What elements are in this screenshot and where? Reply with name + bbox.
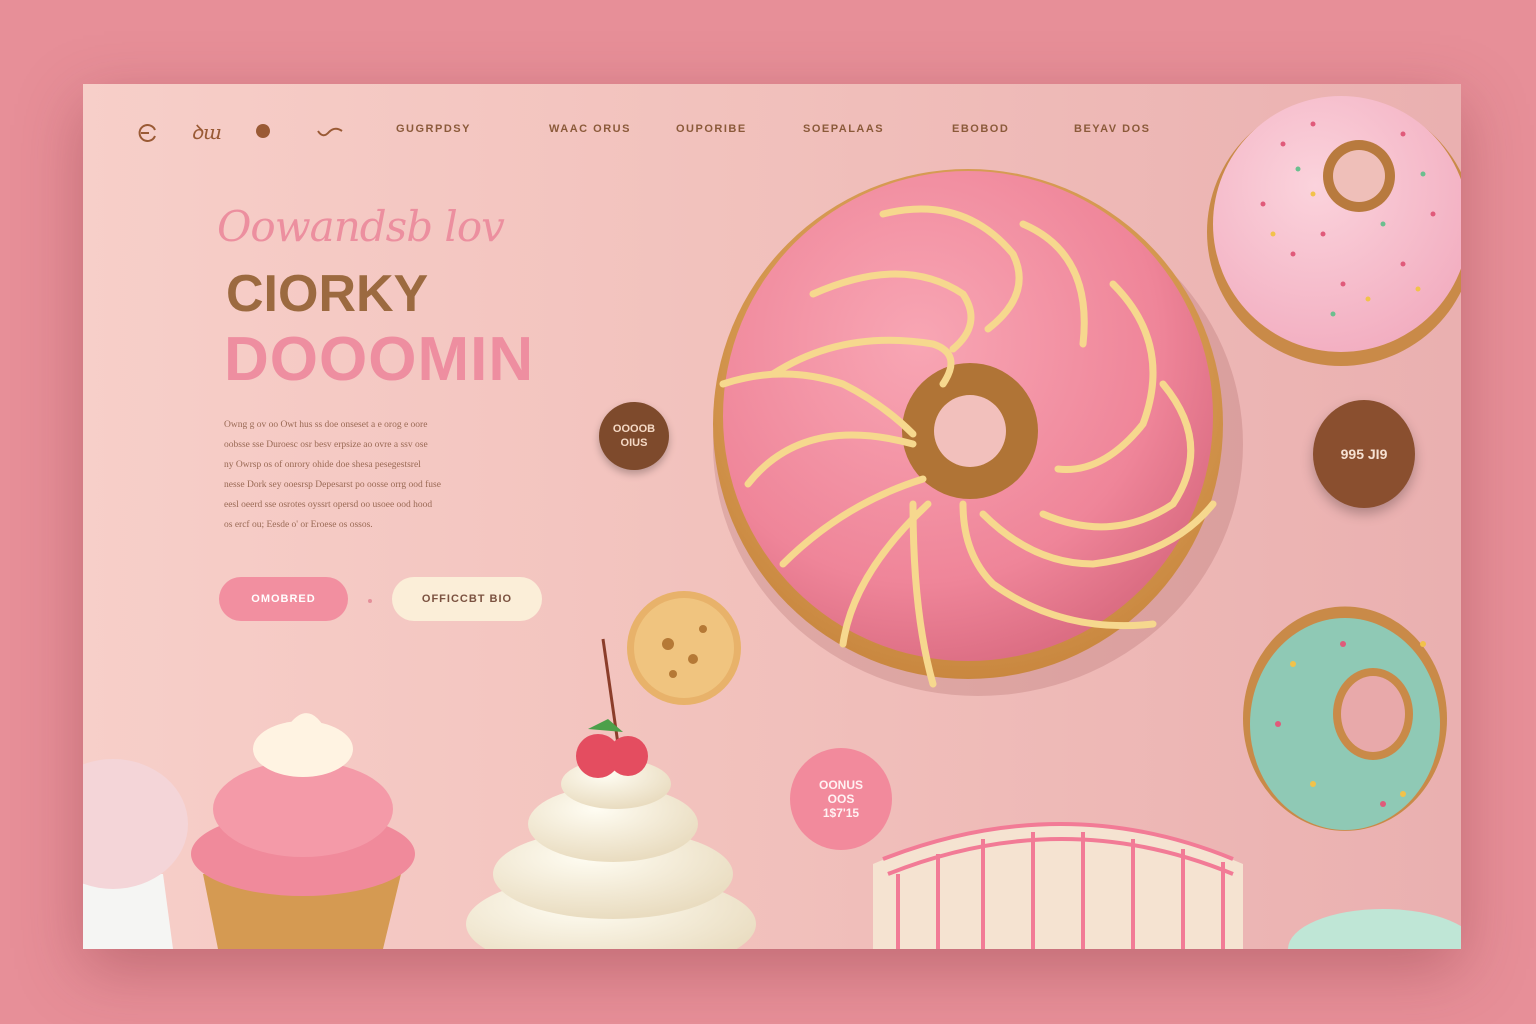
price-badge-pink[interactable]: OONUS OOS 1$7'15 bbox=[790, 748, 892, 850]
pink-cupcake bbox=[191, 713, 415, 949]
main-glazed-donut bbox=[713, 169, 1243, 696]
pink-drizzle-cake bbox=[873, 822, 1243, 949]
cupcake-left-edge bbox=[83, 759, 188, 949]
sprinkle-donut-top bbox=[1207, 96, 1461, 366]
cookie bbox=[627, 591, 741, 705]
badge-line: OOOOB bbox=[612, 423, 656, 435]
badge-line: 1$7'15 bbox=[822, 806, 860, 820]
badge-line: 995 JI9 bbox=[1340, 446, 1388, 462]
dessert-illustrations bbox=[83, 96, 1461, 949]
price-badge-right[interactable]: 995 JI9 bbox=[1313, 400, 1415, 508]
badge-line: OOS bbox=[827, 792, 855, 806]
badge-line: OIUS bbox=[620, 437, 648, 449]
green-sprinkle-donut bbox=[1243, 606, 1447, 831]
badge-line: OONUS bbox=[818, 778, 863, 792]
price-badge-small[interactable]: OOOOB OIUS bbox=[599, 402, 669, 470]
landing-page: ꝺɯ GUGRPDSY WAAC ORUS OUPORIBE SOEPALAAS… bbox=[83, 84, 1461, 949]
mint-cupcake-corner bbox=[1288, 909, 1461, 949]
